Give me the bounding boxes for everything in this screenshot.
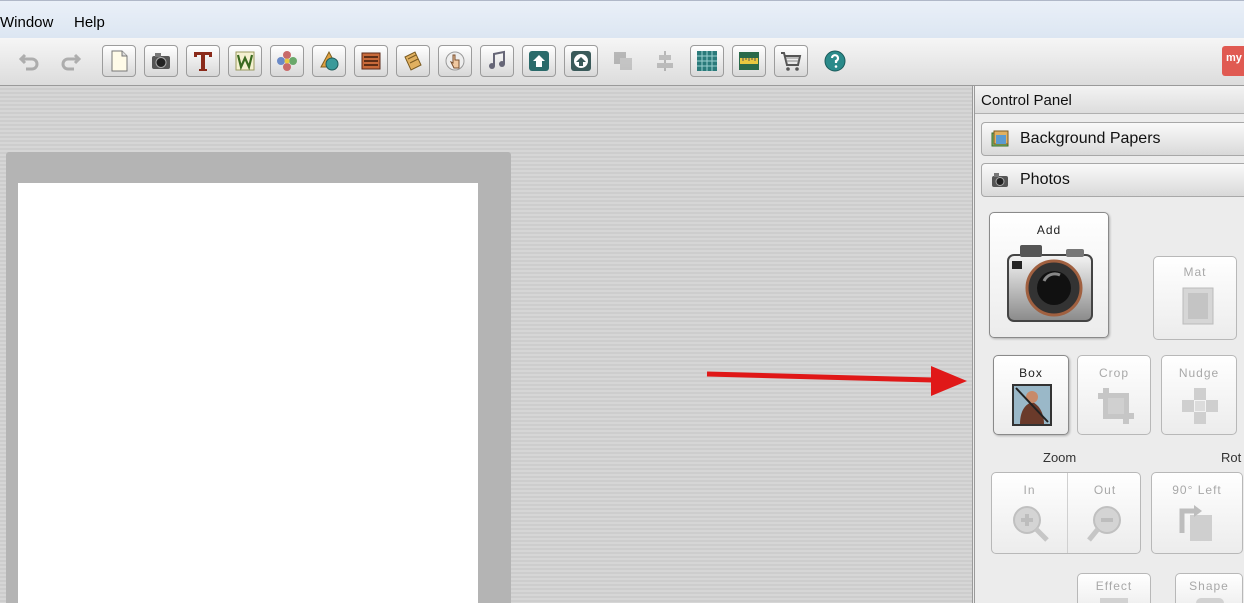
word-art-icon xyxy=(235,51,255,71)
box-button[interactable]: Box xyxy=(993,355,1069,435)
nudge-label: Nudge xyxy=(1178,366,1220,380)
menu-help[interactable]: Help xyxy=(74,14,105,31)
add-photo-button[interactable]: Add xyxy=(989,212,1109,338)
align-icon xyxy=(657,51,673,71)
zoom-in-button[interactable]: In xyxy=(992,473,1067,553)
stamp-button[interactable] xyxy=(354,45,388,77)
align-button[interactable] xyxy=(648,45,682,77)
camera-icon xyxy=(1007,245,1093,322)
photo-box-icon xyxy=(1012,384,1052,426)
redo-button[interactable] xyxy=(54,45,88,77)
text-button[interactable] xyxy=(186,45,220,77)
finger-button[interactable] xyxy=(438,45,472,77)
finger-icon xyxy=(445,51,465,71)
flower-button[interactable] xyxy=(270,45,304,77)
crop-label: Crop xyxy=(1098,366,1129,380)
music-icon xyxy=(489,50,505,69)
background-papers-section[interactable]: Background Papers xyxy=(981,122,1244,156)
zoom-button-group: In Out xyxy=(991,472,1141,554)
rotate-group-label: Rot xyxy=(1221,450,1242,465)
new-page-button[interactable] xyxy=(102,45,136,77)
box-label: Box xyxy=(1019,366,1043,380)
ruler-icon xyxy=(739,52,759,70)
redo-icon xyxy=(61,53,82,71)
toolbar: my xyxy=(0,38,1244,86)
send-back-icon xyxy=(571,51,591,71)
bring-front-button[interactable] xyxy=(522,45,556,77)
menu-window[interactable]: Window xyxy=(0,14,53,31)
zoom-in-icon xyxy=(1013,506,1049,542)
cart-icon xyxy=(781,52,802,71)
paper-icon xyxy=(404,51,422,71)
flower-embellishment-icon xyxy=(277,51,297,71)
camera-icon xyxy=(992,173,1008,187)
stamp-icon xyxy=(361,52,381,70)
red-arrow-annotation xyxy=(706,366,967,396)
camera-icon xyxy=(152,53,170,69)
nudge-button[interactable]: Nudge xyxy=(1161,355,1237,435)
shape-label: Shape xyxy=(1189,579,1229,593)
background-papers-label: Background Papers xyxy=(1020,130,1161,147)
brand-logo: my xyxy=(1222,46,1244,76)
help-icon xyxy=(824,50,846,72)
shapes-button[interactable] xyxy=(312,45,346,77)
shape-icon xyxy=(1196,598,1224,603)
zoom-out-icon xyxy=(1087,506,1121,542)
send-back-button[interactable] xyxy=(564,45,598,77)
zoom-in-label: In xyxy=(1023,483,1036,497)
effect-icon xyxy=(1100,598,1128,603)
music-button[interactable] xyxy=(480,45,514,77)
canvas-area xyxy=(0,86,972,603)
camera-button[interactable] xyxy=(144,45,178,77)
mat-button[interactable]: Mat xyxy=(1153,256,1237,340)
effect-label: Effect xyxy=(1095,579,1133,593)
bring-front-icon xyxy=(529,51,549,71)
shapes-icon xyxy=(320,50,339,71)
rotate-left-button[interactable]: 90° Left xyxy=(1151,472,1243,554)
layers-icon xyxy=(614,52,632,70)
grid-button[interactable] xyxy=(690,45,724,77)
new-page-icon xyxy=(111,50,128,72)
rotate-left-icon xyxy=(1179,505,1212,541)
control-panel: Control Panel Background Papers Photos A… xyxy=(972,86,1244,603)
rotate-left-label: 90° Left xyxy=(1172,483,1222,497)
grid-icon xyxy=(697,51,717,71)
help-button[interactable] xyxy=(818,45,852,77)
menu-bar: Window Help xyxy=(0,0,1244,38)
layers-button[interactable] xyxy=(606,45,640,77)
add-photo-label: Add xyxy=(1036,223,1062,237)
mat-label: Mat xyxy=(1183,265,1207,279)
ruler-button[interactable] xyxy=(732,45,766,77)
background-papers-icon xyxy=(991,130,1009,147)
text-icon xyxy=(194,52,212,71)
crop-icon xyxy=(1098,388,1134,424)
undo-button[interactable] xyxy=(12,45,46,77)
nudge-icon xyxy=(1182,388,1218,424)
cart-button[interactable] xyxy=(774,45,808,77)
crop-button[interactable]: Crop xyxy=(1077,355,1151,435)
zoom-group-label: Zoom xyxy=(1043,450,1077,465)
shape-button[interactable]: Shape xyxy=(1175,573,1243,603)
paper-button[interactable] xyxy=(396,45,430,77)
photos-section[interactable]: Photos xyxy=(981,163,1244,197)
word-art-button[interactable] xyxy=(228,45,262,77)
scrapbook-page[interactable] xyxy=(18,183,478,603)
zoom-out-button[interactable]: Out xyxy=(1068,473,1142,553)
undo-icon xyxy=(18,53,39,71)
control-panel-title: Control Panel xyxy=(975,86,1244,114)
effect-button[interactable]: Effect xyxy=(1077,573,1151,603)
mat-icon xyxy=(1182,287,1214,325)
photos-label: Photos xyxy=(1020,171,1070,188)
zoom-out-label: Out xyxy=(1093,483,1117,497)
